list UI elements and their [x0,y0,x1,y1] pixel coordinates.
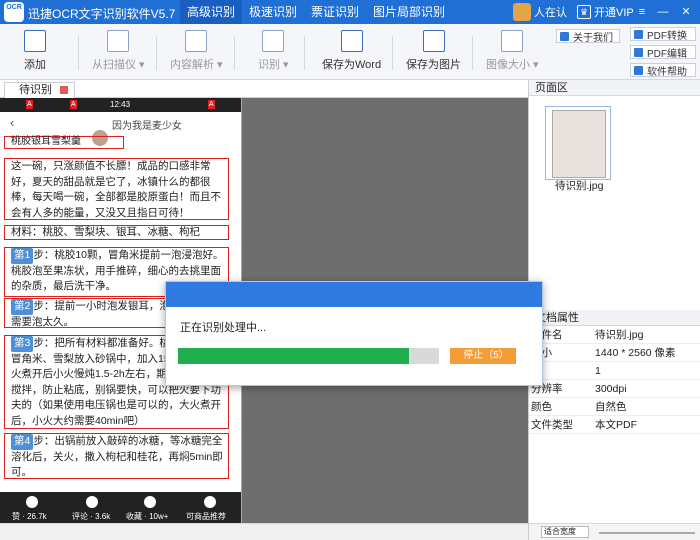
document-properties: 文档属性 文件名待识别.jpg 大小1440 * 2560 像素 1 分辨率30… [529,310,700,434]
scanner-icon [107,30,130,52]
comment-icon [86,496,98,508]
document-footer: 赞 · 26.7k 评论 · 3.6k 收藏 · 10w+ 可商品推荐 [0,492,241,523]
content-parse-button[interactable]: 内容解析 ▾ [170,30,223,72]
prop-row: 文件类型 本文PDF [529,416,700,434]
prop-row: 大小1440 * 2560 像素 [529,344,700,362]
pdf-convert-button[interactable]: PDF转换 [630,27,696,42]
document-header: ‹ 因为我是麦少女 [0,112,241,146]
right-panel: 页面区 待识别.jpg 文档属性 文件名待识别.jpg 大小1440 * 256… [528,80,700,540]
horizontal-scrollbar[interactable] [0,523,528,540]
menu-ticket-ocr[interactable]: 票证识别 [304,0,366,24]
page-thumbnail[interactable] [545,106,611,180]
star-icon [144,496,156,508]
phone-status-bar: 12:43 [0,98,241,112]
prop-row: 颜色 自然色 [529,398,700,416]
progress-message: 正在识别处理中... [180,322,267,334]
progress-fill [178,348,409,364]
tab-bar: 待识别 [0,80,528,98]
back-icon: ‹ [10,115,15,130]
image-size-icon [501,30,524,52]
menu-icon[interactable]: ≡ [634,4,650,20]
vip-button[interactable]: ♛ 开通VIP [577,4,634,20]
prop-row: 分辨率 300dpi [529,380,700,398]
vip-icon: ♛ [577,5,591,19]
help-button[interactable]: 软件帮助 [630,63,696,78]
menu-partial-ocr[interactable]: 图片局部识别 [366,0,452,24]
tab-pending[interactable]: 待识别 [4,82,75,98]
pdf-edit-button[interactable]: PDF编辑 [630,45,696,60]
close-tab-icon[interactable] [60,86,68,95]
close-button[interactable]: ✕ [678,4,694,20]
prop-row: 文件名 待识别.jpg [529,326,700,344]
save-word-button[interactable]: 保存为Word [322,30,381,72]
save-image-button[interactable]: 保存为图片 [406,30,461,72]
menu-fast-ocr[interactable]: 极速识别 [242,0,304,24]
vip-label: 开通VIP [594,7,634,19]
add-button[interactable]: 添加 [24,30,46,72]
pdf-edit-icon [634,47,643,57]
zoom-slider[interactable] [599,532,695,534]
scanner-button[interactable]: 从扫描仪 ▾ [92,30,145,72]
page-area-header: 页面区 [529,80,700,96]
title-bar: OCR 迅捷OCR文字识别软件V5.7 高级识别 极速识别 票证识别 图片局部识… [0,0,700,24]
zoom-select[interactable]: 适合宽度 [541,526,589,538]
word-icon [340,30,363,52]
progress-dialog: 正在识别处理中... 停止（5） [165,281,543,386]
bag-icon [204,496,216,508]
recognize-button[interactable]: 识别 ▾ [258,30,289,72]
avatar [513,3,531,21]
app-title: 迅捷OCR文字识别软件V5.7 [28,7,176,21]
image-icon [422,30,445,52]
toolbar: 添加 从扫描仪 ▾ 内容解析 ▾ 识别 ▾ 保存为Word 保存为图片 图像大小… [0,24,700,80]
user-icon [560,31,569,41]
stop-button[interactable]: 停止（5） [450,348,516,364]
text-recognize-icon [262,30,285,52]
user-account[interactable]: 人在认 [513,3,567,21]
image-size-button[interactable]: 图像大小 ▾ [486,30,539,72]
top-menu: 高级识别 极速识别 票证识别 图片局部识别 [180,0,452,24]
dialog-header [166,282,542,307]
about-button[interactable]: 关于我们 [556,29,620,44]
user-name: 人在认 [534,7,567,19]
pdf-convert-icon [634,29,643,39]
progress-bar [178,348,439,364]
help-icon [634,65,643,75]
like-icon [26,496,38,508]
minimize-button[interactable]: — [655,4,671,20]
thumbnail-name: 待识别.jpg [555,180,604,192]
app-logo: OCR [4,2,24,22]
menu-advanced-ocr[interactable]: 高级识别 [180,0,243,24]
zoom-bar: 适合宽度 [529,523,700,540]
prop-row: 1 [529,362,700,380]
parse-icon [185,30,208,52]
add-file-icon [24,30,46,52]
